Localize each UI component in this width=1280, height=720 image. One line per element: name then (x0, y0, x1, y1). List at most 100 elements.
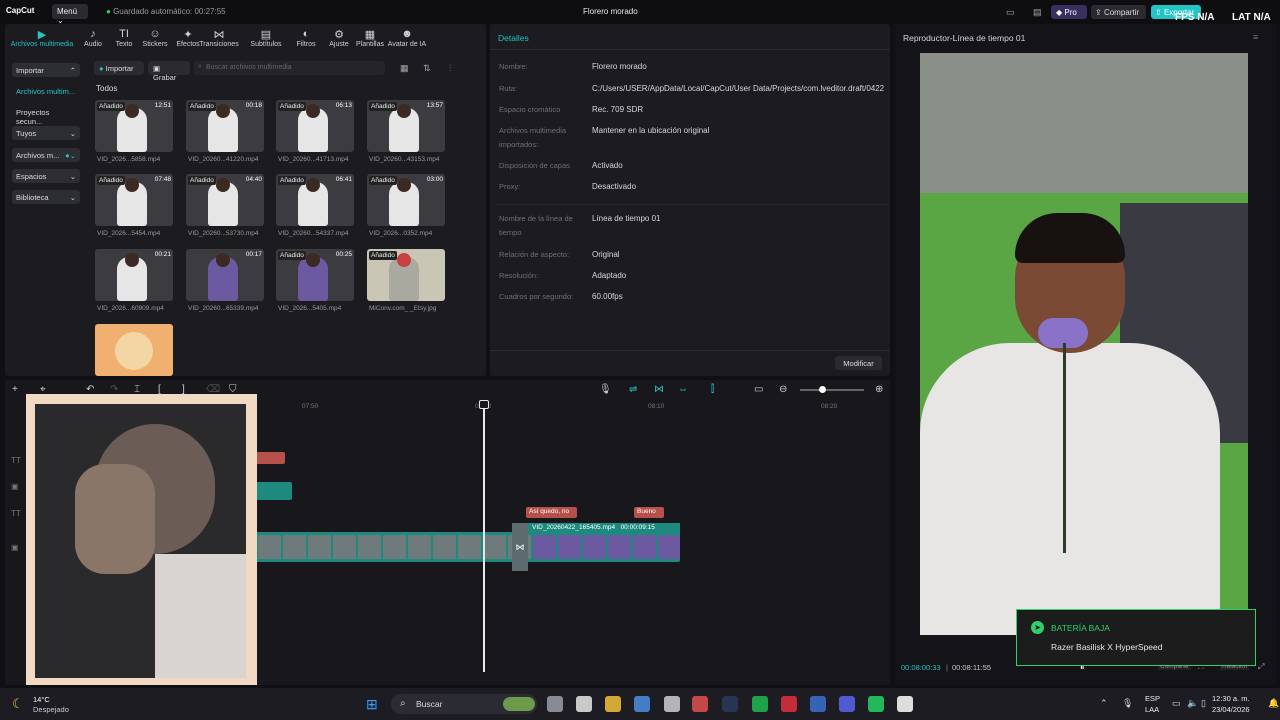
sidebar-item-import[interactable]: Importar ⌃ (12, 63, 80, 77)
clock-time[interactable]: 12:30 a. m. (1212, 694, 1250, 703)
playhead[interactable] (483, 400, 485, 672)
paint-icon[interactable] (692, 696, 708, 712)
transition-icon[interactable]: ⋈ (512, 523, 528, 571)
volume-icon[interactable]: 🔈 (1187, 698, 1198, 709)
tab-media[interactable]: ▶ Archivos multimedia (8, 28, 76, 48)
capcut-icon[interactable] (576, 696, 592, 712)
detail-value: Línea de tiempo 01 (592, 214, 661, 223)
media-thumb[interactable]: Añadido 06:13 (276, 100, 354, 152)
discord-icon[interactable] (839, 696, 855, 712)
share-button[interactable]: ⇪ Compartir (1091, 5, 1146, 19)
main-video-clip[interactable] (256, 532, 680, 562)
divider (490, 49, 890, 50)
detail-value: Adaptado (592, 271, 627, 280)
zoom-out-icon[interactable]: ⊖ (779, 384, 787, 395)
microphone-icon[interactable]: 🎙 (599, 384, 612, 395)
menu-button[interactable]: Menú ⌄ (52, 4, 88, 25)
media-thumb[interactable]: Añadido 00:25 (276, 249, 354, 301)
thumb-head (397, 104, 411, 118)
media-thumb[interactable]: Añadido (367, 249, 445, 301)
chevron-up-icon[interactable]: ⌃ (1100, 698, 1108, 709)
chrome-icon[interactable] (664, 696, 680, 712)
app-icon[interactable] (634, 696, 650, 712)
playhead-handle[interactable] (479, 400, 489, 409)
language[interactable]: ESP (1145, 694, 1160, 703)
text-clip[interactable]: Bueno (634, 507, 664, 518)
media-thumb[interactable]: 00:17 (186, 249, 264, 301)
tab-captions[interactable]: ▤ Subtítulos (244, 28, 288, 48)
notification-icon[interactable]: 🔔 (1268, 698, 1279, 709)
media-thumb[interactable]: Añadido 12:51 (95, 100, 173, 152)
microphone-icon[interactable]: 🎙 (1122, 698, 1133, 709)
shortcut-icon[interactable]: ▤ (1033, 7, 1042, 18)
import-button[interactable]: ● Importar (94, 61, 144, 75)
media-search-input[interactable]: Buscar archivos multimedia (194, 61, 385, 75)
layout-icon[interactable]: ▭ (1006, 7, 1015, 18)
media-thumb[interactable]: Añadido 00:18 (186, 100, 264, 152)
low-battery-toast[interactable] (1016, 609, 1256, 666)
thumb-head (125, 104, 139, 118)
zoom-in-icon[interactable]: ⊕ (875, 384, 883, 395)
preview-axis-icon[interactable]: ⫿ (711, 384, 714, 395)
media-thumb[interactable]: Añadido 06:41 (276, 174, 354, 226)
spotify-icon[interactable] (752, 696, 768, 712)
grid-view-icon[interactable]: ▦ (400, 63, 409, 74)
filter-icon[interactable]: ⫶ (449, 63, 451, 74)
language-layout[interactable]: LAA (1145, 705, 1159, 714)
added-badge: Añadido (188, 176, 216, 185)
media-thumb[interactable]: 00:21 (95, 249, 173, 301)
webcam-overlay (26, 394, 257, 685)
file-explorer-icon[interactable] (605, 696, 621, 712)
capcut-active-icon[interactable] (897, 696, 913, 712)
whatsapp-icon[interactable] (868, 696, 884, 712)
pro-button[interactable]: ◆ Pro (1051, 5, 1087, 19)
sidebar-item-spaces[interactable]: Espacios ⌄ (12, 169, 80, 183)
network-icon[interactable]: ▭ (1172, 698, 1181, 709)
windows-start-icon[interactable]: ⊞ (366, 696, 382, 712)
bg-app-icon[interactable] (810, 696, 826, 712)
record-button[interactable]: ▣ Grabar (148, 61, 190, 82)
media-thumb[interactable]: Añadido 04:40 (186, 174, 264, 226)
text-clip[interactable]: Así quedo, no (526, 507, 577, 518)
project-title[interactable]: Florero morado (583, 7, 638, 16)
subtitle-view-icon[interactable]: ▭ (754, 384, 763, 395)
weather-desc[interactable]: Despejado (33, 705, 69, 714)
hamburger-icon[interactable]: ≡ (1253, 32, 1258, 42)
magnet-icon[interactable]: ⋈ (654, 384, 664, 395)
task-view-icon[interactable] (547, 696, 563, 712)
fullscreen-icon[interactable]: ⤢ (1258, 662, 1264, 672)
media-thumb-cat[interactable] (95, 324, 173, 376)
media-thumb[interactable]: Añadido 03:00 (367, 174, 445, 226)
divider (490, 350, 890, 351)
tab-transition[interactable]: ⋈ Transiciones (197, 28, 241, 48)
media-thumb[interactable]: Añadido 07:48 (95, 174, 173, 226)
overlay-clip[interactable] (256, 482, 292, 500)
sidebar-item-media[interactable]: Archivos multim... (12, 84, 80, 98)
weather-temp[interactable]: 14°C (33, 695, 50, 704)
section-title: Todos (96, 84, 118, 93)
steam-icon[interactable] (722, 696, 738, 712)
sidebar-item-secondary-projects[interactable]: Proyectos secun... (12, 105, 80, 126)
link-clips-icon[interactable]: ⇔ (678, 384, 688, 395)
text-clip-label: Así quedo, no (529, 508, 570, 515)
sort-icon[interactable]: ⇅ (423, 63, 431, 74)
add-track-icon[interactable]: + (12, 384, 18, 395)
sidebar-item-yours[interactable]: Tuyos ⌄ (12, 126, 80, 140)
sidebar-item-media-m[interactable]: Archivos m... ●⌄ (12, 148, 80, 162)
opera-icon[interactable] (781, 696, 797, 712)
battery-icon[interactable]: ▯ (1201, 698, 1206, 709)
thumb-head (306, 178, 320, 192)
tab-avatar[interactable]: ☻ Avatar de IA (385, 28, 429, 48)
clock-date[interactable]: 23/04/2026 (1212, 705, 1250, 714)
video-preview[interactable] (920, 53, 1248, 635)
link-main-track-icon[interactable]: ⇌ (629, 384, 637, 395)
sidebar-item-library[interactable]: Biblioteca ⌄ (12, 190, 80, 204)
thumb-filename: VID_20260...43153.mp4 (369, 156, 440, 163)
modify-button[interactable]: Modificar (835, 356, 882, 370)
clip-frame (533, 535, 556, 559)
media-thumb[interactable]: Añadido 13:57 (367, 100, 445, 152)
text-clip-small[interactable] (256, 452, 285, 464)
clip-frame (583, 535, 606, 559)
zoom-slider[interactable] (800, 389, 864, 391)
zoom-slider-handle[interactable] (819, 386, 826, 393)
